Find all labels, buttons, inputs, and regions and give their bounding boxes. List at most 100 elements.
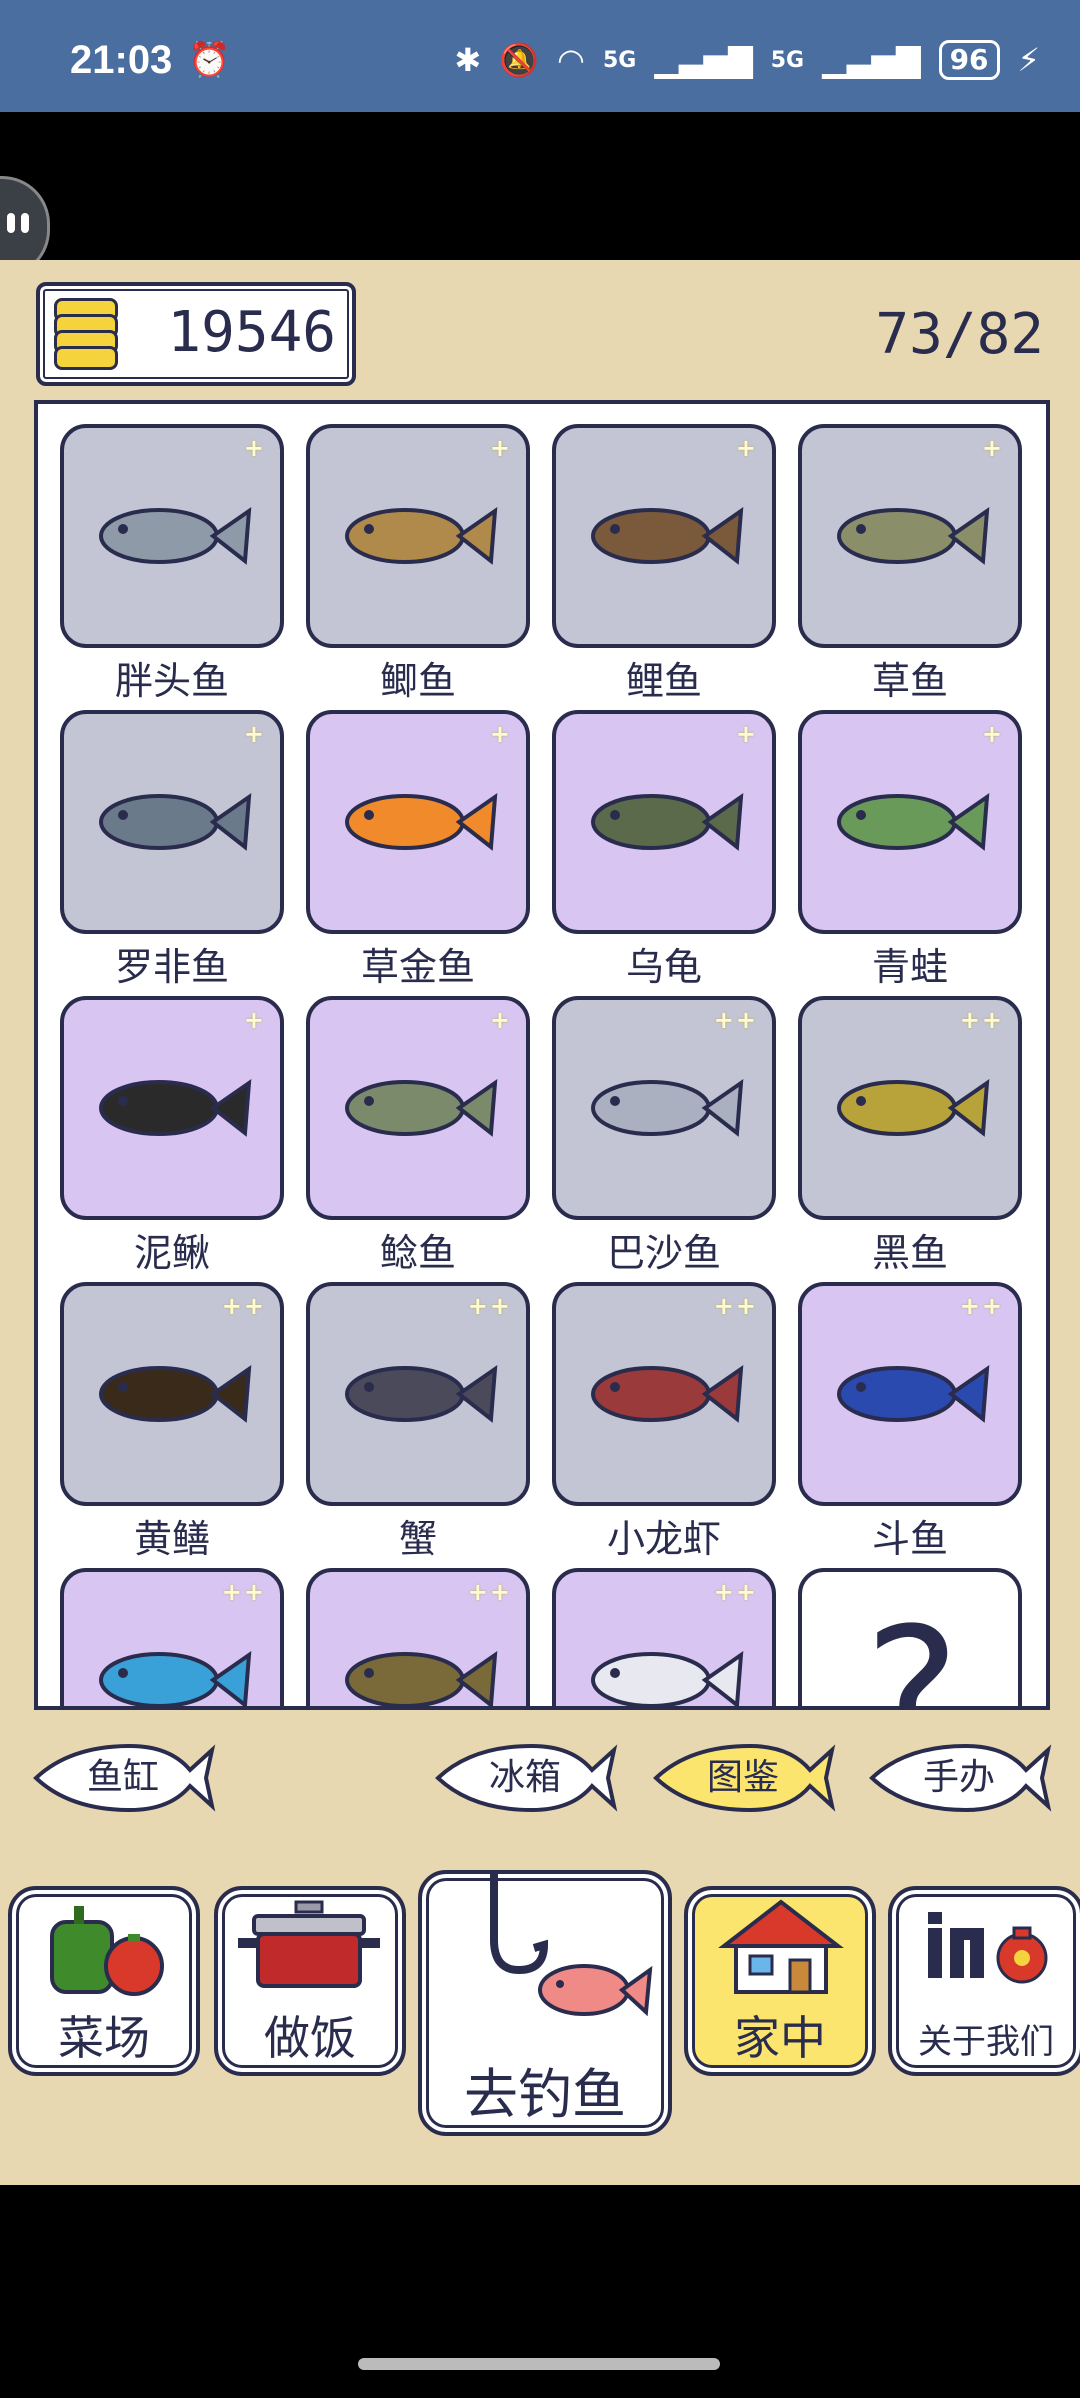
tab-fridge[interactable]: 冰箱: [432, 1740, 618, 1816]
fish-sprite-icon: [591, 1650, 744, 1706]
fish-sprite-icon: [591, 506, 744, 565]
rarity-stars: ++: [467, 1578, 512, 1606]
fish-name: 鲫鱼: [379, 659, 456, 703]
fish-card[interactable]: +: [60, 710, 284, 934]
fish-sprite-icon: [837, 1078, 990, 1137]
network-label: 5G: [602, 47, 637, 73]
rarity-stars: +: [735, 720, 758, 748]
fish-card[interactable]: ++: [798, 996, 1022, 1220]
fish-sprite-icon: [99, 792, 252, 851]
fish-name: 乌龟: [625, 945, 702, 989]
home-gesture-bar[interactable]: [358, 2358, 720, 2370]
tab-fish-tank[interactable]: 鱼缸: [30, 1740, 216, 1816]
nav-market-button[interactable]: 菜场: [8, 1886, 200, 2076]
fish-entry[interactable]: + 鲤鱼: [552, 424, 776, 710]
fish-name: 胖头鱼: [114, 659, 229, 703]
fish-sprite-icon: [591, 1078, 744, 1137]
fish-card[interactable]: +: [798, 424, 1022, 648]
fish-entry[interactable]: ++ 小龙虾: [552, 1282, 776, 1568]
fish-name: 斗鱼: [871, 1517, 948, 1561]
rarity-stars: +: [735, 434, 758, 462]
fish-entry[interactable]: ++ 黄鳝: [60, 1282, 284, 1568]
fish-entry[interactable]: + 胖头鱼: [60, 424, 284, 710]
collection-panel[interactable]: + 胖头鱼 + 鲫鱼 + 鲤鱼 + 草鱼 + 罗非鱼 + 草金鱼 + 乌龟 + 青蛙 + 泥鳅 + 鲶鱼 ++ 巴沙鱼 ++…: [34, 400, 1050, 1710]
signal-icon: ▁▃▅▇: [654, 41, 753, 79]
fish-card[interactable]: ++: [552, 996, 776, 1220]
fish-card[interactable]: +: [306, 424, 530, 648]
collection-progress: 73/82: [875, 302, 1044, 367]
fish-card[interactable]: +: [60, 424, 284, 648]
rarity-stars: ++: [713, 1578, 758, 1606]
fish-card[interactable]: ++: [306, 1282, 530, 1506]
rarity-stars: +: [243, 1006, 266, 1034]
fish-entry[interactable]: + 草金鱼: [306, 710, 530, 996]
fish-card[interactable]: +: [552, 424, 776, 648]
network-label-2: 5G: [770, 47, 805, 73]
tab-label: 冰箱: [488, 1757, 561, 1798]
tab-collection[interactable]: 图鉴: [650, 1740, 836, 1816]
fish-sprite-icon: [837, 1364, 990, 1423]
fish-card[interactable]: ++: [60, 1282, 284, 1506]
nav-home-label: 家中: [734, 2011, 826, 2065]
fish-card[interactable]: +: [306, 996, 530, 1220]
status-time: 21:03: [70, 38, 173, 82]
rarity-stars: +: [981, 434, 1004, 462]
fish-card[interactable]: +: [306, 710, 530, 934]
rarity-stars: ++: [221, 1292, 266, 1320]
mute-icon: 🔕: [499, 41, 540, 79]
fish-card[interactable]: ++: [552, 1282, 776, 1506]
fish-name: 鲶鱼: [379, 1231, 456, 1275]
rarity-stars: +: [489, 1006, 512, 1034]
fish-entry[interactable]: + 罗非鱼: [60, 710, 284, 996]
fish-entry[interactable]: + 乌龟: [552, 710, 776, 996]
signal-icon-2: ▁▃▅▇: [822, 41, 921, 79]
tab-figures[interactable]: 手办: [866, 1740, 1052, 1816]
tab-label: 鱼缸: [86, 1757, 159, 1798]
tab-label: 手办: [922, 1757, 995, 1798]
top-black-band: [0, 112, 1080, 260]
rarity-stars: ++: [959, 1292, 1004, 1320]
fish-entry[interactable]: ++: [552, 1568, 776, 1706]
fish-name: 黄鳝: [133, 1517, 210, 1561]
bluetooth-icon: ✱: [454, 41, 482, 79]
fish-entry[interactable]: + 泥鳅: [60, 996, 284, 1282]
fish-entry[interactable]: ++: [306, 1568, 530, 1706]
nav-home-button[interactable]: 家中: [684, 1886, 876, 2076]
fish-entry[interactable]: + 鲫鱼: [306, 424, 530, 710]
fish-entry[interactable]: ++ 巴沙鱼: [552, 996, 776, 1282]
fish-name: 蟹: [398, 1517, 437, 1561]
fishing-hook-icon: [490, 1870, 653, 2017]
fish-card[interactable]: ++: [60, 1568, 284, 1706]
fish-name: 罗非鱼: [114, 945, 229, 989]
fish-sprite-icon: [99, 1364, 252, 1423]
fish-card[interactable]: ?: [798, 1568, 1022, 1710]
fish-card[interactable]: ++: [306, 1568, 530, 1706]
fish-sprite-icon: [99, 1650, 252, 1706]
fish-name: 小龙虾: [606, 1517, 721, 1561]
nav-market-label: 菜场: [58, 2011, 150, 2065]
fish-card[interactable]: ++: [798, 1282, 1022, 1506]
fish-card[interactable]: +: [60, 996, 284, 1220]
rarity-stars: +: [243, 720, 266, 748]
fish-card[interactable]: +: [798, 710, 1022, 934]
fish-entry[interactable]: ++ 斗鱼: [798, 1282, 1022, 1568]
fish-name: 青蛙: [871, 945, 948, 989]
unknown-question-mark: ?: [855, 1590, 965, 1710]
fish-entry[interactable]: ++ 蟹: [306, 1282, 530, 1568]
bottom-nav: 菜场 做饭 去钓鱼 家中 关于我们: [0, 1870, 1080, 2150]
rarity-stars: +: [243, 434, 266, 462]
nav-about-label: 关于我们: [918, 2022, 1054, 2062]
fish-entry[interactable]: ++ 黑鱼: [798, 996, 1022, 1282]
fish-card[interactable]: +: [552, 710, 776, 934]
fish-card[interactable]: ++: [552, 1568, 776, 1706]
fish-entry[interactable]: + 草鱼: [798, 424, 1022, 710]
nav-about-button[interactable]: 关于我们: [888, 1886, 1080, 2076]
fish-name: 草金鱼: [360, 945, 475, 989]
fish-entry[interactable]: + 鲶鱼: [306, 996, 530, 1282]
nav-cook-button[interactable]: 做饭: [214, 1886, 406, 2076]
fish-sprite-icon: [345, 506, 498, 565]
fish-entry[interactable]: ++: [60, 1568, 284, 1706]
nav-go-fishing-button[interactable]: 去钓鱼: [418, 1870, 672, 2136]
fish-entry[interactable]: ?: [798, 1568, 1022, 1710]
fish-entry[interactable]: + 青蛙: [798, 710, 1022, 996]
